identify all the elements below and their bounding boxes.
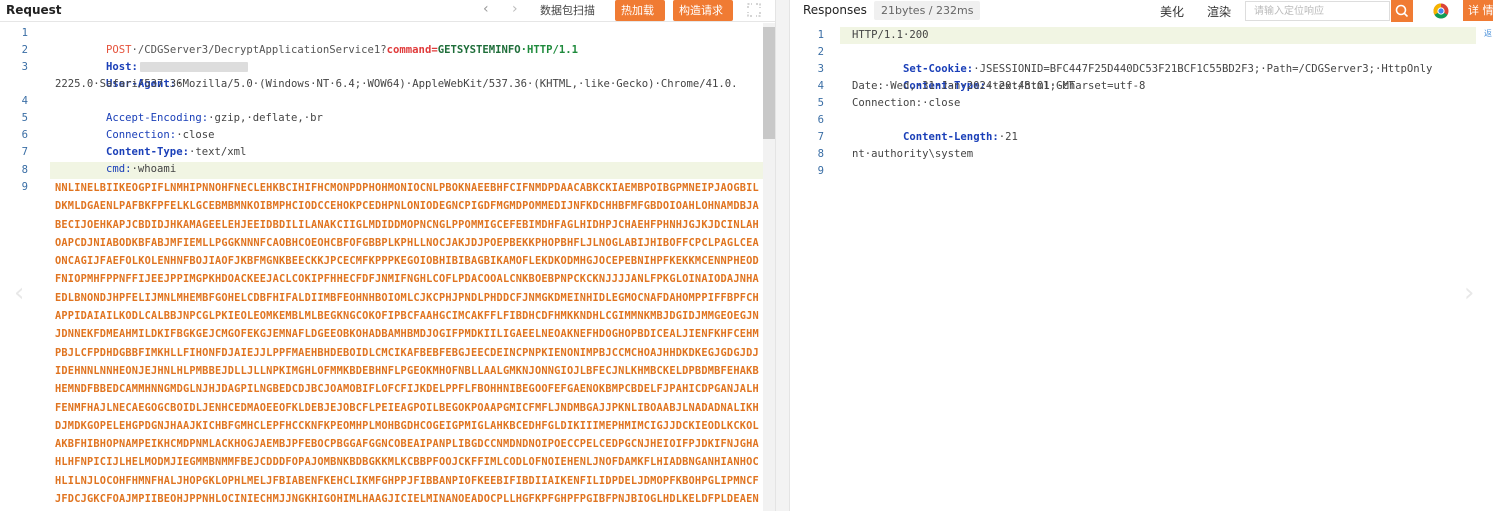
line-number: 5 (21, 112, 28, 124)
line-number: 1 (817, 29, 824, 41)
request-title: Request (6, 3, 62, 17)
line-number: 7 (817, 131, 824, 143)
line-number: 8 (817, 148, 824, 160)
chrome-icon[interactable] (1433, 3, 1449, 19)
header-cmd-value: ·whoami (131, 163, 177, 175)
prev-arrow-icon[interactable]: ‹ (483, 1, 489, 17)
pane-divider[interactable] (775, 0, 790, 511)
current-line-highlight (840, 27, 1476, 44)
query-param-value: GETSYSTEMINFO (437, 44, 521, 56)
detail-button[interactable]: 详 情 (1463, 0, 1493, 21)
line-number: 7 (21, 146, 28, 158)
request-editor[interactable]: 1 POST·/CDGServer3/DecryptApplicationSer… (0, 23, 775, 511)
query-param-name: command (386, 44, 432, 56)
response-title: Responses (803, 3, 867, 17)
header-content-length-value: ·21 (998, 131, 1018, 143)
line-number: 8 (21, 164, 28, 176)
line-number: 4 (817, 80, 824, 92)
response-toolbar: Responses 21bytes / 232ms 美化 渲染 详 情 (790, 0, 1493, 22)
search-button[interactable] (1391, 0, 1413, 22)
header-date: Date:·Wed,·31·Jan·2024·20:48:01·GMT (852, 80, 1076, 92)
response-viewer[interactable]: 1 HTTP/1.1·200 2 Set-Cookie:·JSESSIONID=… (790, 25, 1480, 511)
header-connection: Connection:·close (852, 97, 961, 109)
header-cmd-key: cmd: (106, 163, 132, 175)
line-number: 2 (21, 44, 28, 56)
left-chevron-icon[interactable]: ‹ (14, 278, 24, 308)
line-number: 5 (817, 97, 824, 109)
header-content-type-value: ·text/xml (188, 146, 247, 158)
line-number: 4 (21, 95, 28, 107)
header-user-agent-value-cont: 2225.0·Safari/537.36 (55, 78, 183, 90)
locate-response-input[interactable] (1245, 1, 1390, 21)
line-number: 9 (21, 181, 28, 193)
header-content-length-key: Content-Length: (903, 131, 999, 143)
line-number: 6 (817, 114, 824, 126)
response-pane: Responses 21bytes / 232ms 美化 渲染 详 情 返 1 … (790, 0, 1493, 511)
line-number: 3 (21, 61, 28, 73)
request-scrollbar[interactable] (763, 23, 775, 511)
request-toolbar: Request ‹ › 数据包扫描 热加载 构造请求 (0, 0, 775, 22)
expand-icon[interactable] (747, 3, 761, 17)
header-user-agent-value: ·Mozilla/5.0·(Windows·NT·6.4;·WOW64)·App… (176, 78, 738, 90)
hot-load-button[interactable]: 热加载 (615, 0, 665, 21)
build-request-button[interactable]: 构造请求 (673, 0, 733, 21)
beautify-button[interactable]: 美化 (1160, 3, 1184, 20)
request-body: NNLINELBIIKEOGPIFLNMHIPNNOHFNECLEHKBCIHI… (55, 182, 759, 506)
http-protocol: ·HTTP/1.1 (520, 44, 579, 56)
back-link[interactable]: 返 (1484, 28, 1492, 39)
response-size-badge: 21bytes / 232ms (874, 1, 981, 20)
right-chevron-icon[interactable]: › (1464, 278, 1474, 308)
request-scrollbar-thumb[interactable] (763, 27, 775, 139)
next-arrow-icon[interactable]: › (512, 1, 518, 17)
status-line: HTTP/1.1·200 (852, 29, 929, 41)
request-pane: Request ‹ › 数据包扫描 热加载 构造请求 1 POST·/CDGSe… (0, 0, 775, 511)
search-icon (1395, 4, 1409, 18)
line-number: 9 (817, 165, 824, 177)
header-accept-encoding-value: ·gzip,·deflate,·br (208, 112, 323, 124)
render-button[interactable]: 渲染 (1207, 3, 1231, 20)
line-number: 2 (817, 46, 824, 58)
line-number: 6 (21, 129, 28, 141)
response-body-text: nt·authority\system (852, 148, 974, 160)
packet-scan-button[interactable]: 数据包扫描 (536, 2, 599, 20)
line-number: 1 (21, 27, 28, 39)
line-number: 3 (817, 63, 824, 75)
